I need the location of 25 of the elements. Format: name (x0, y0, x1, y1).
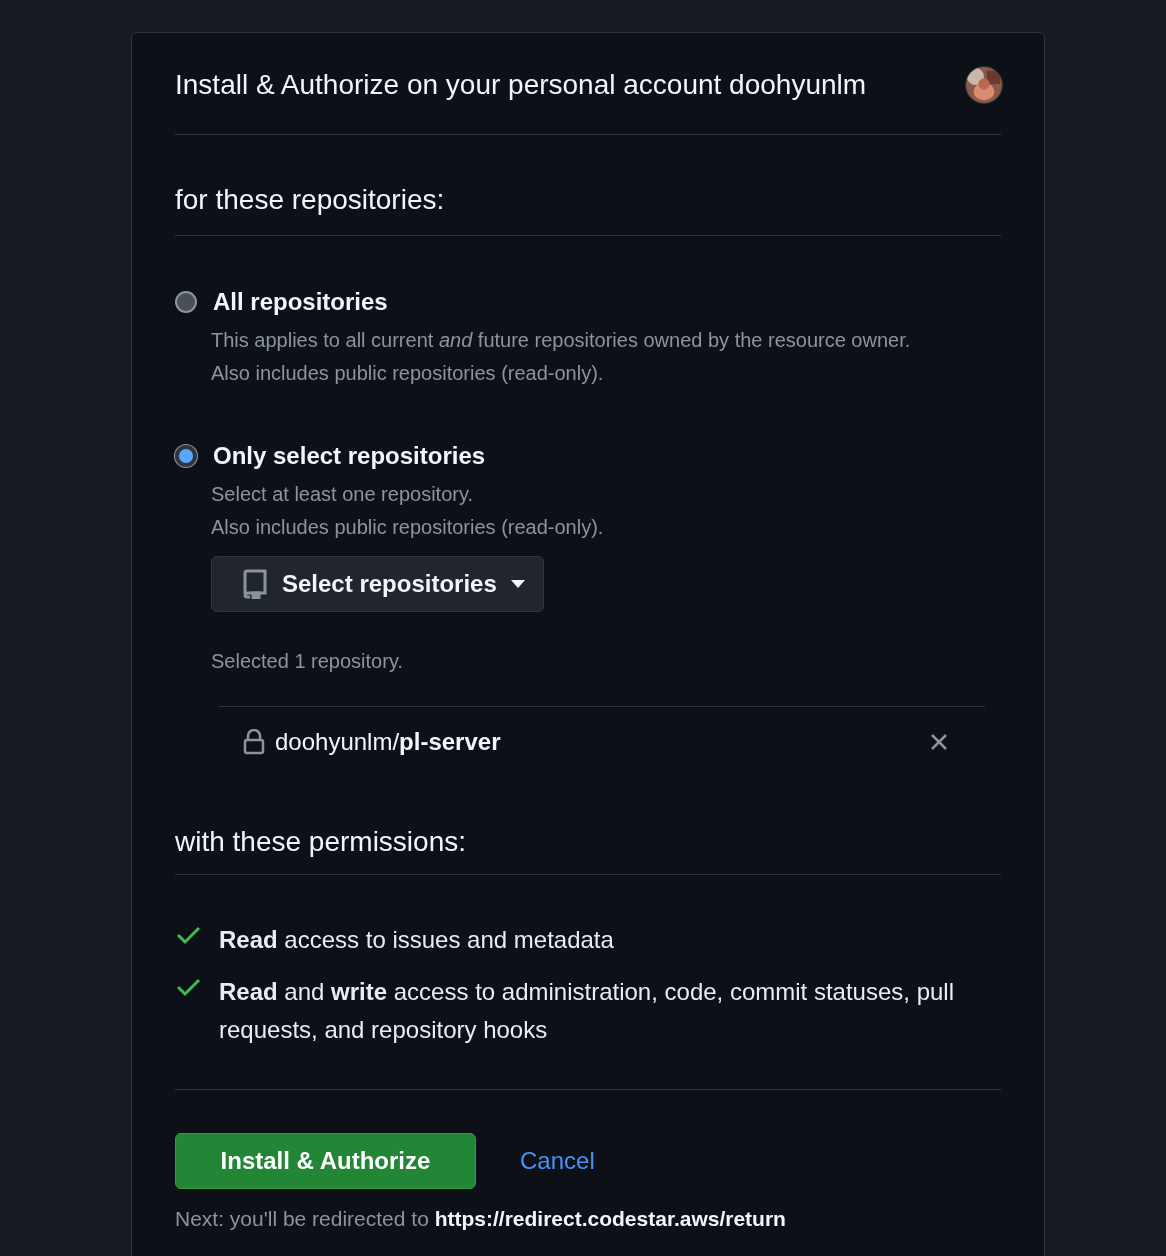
install-authorize-button[interactable]: Install & Authorize (175, 1133, 476, 1189)
permission-text: Read and write access to administration, code, commit statuses, pull requests, and repository hooks (219, 977, 955, 1045)
radio-button[interactable] (175, 291, 197, 313)
radio-button[interactable] (175, 445, 197, 467)
close-icon (930, 733, 948, 751)
permission-text: Read access to issues and metadata (219, 925, 615, 955)
section-heading: with these permissions: (175, 824, 466, 859)
repository-name: doohyunlm/pl-server (275, 727, 502, 757)
select-repositories-button[interactable]: Select repositories (211, 556, 544, 612)
option-label: Only select repositories (213, 441, 486, 471)
page-title: Install & Authorize on your personal account doohyunlm (175, 67, 867, 102)
selection-count: Selected 1 repository. (211, 650, 403, 672)
option-description: Also includes public repositories (read-only). (211, 515, 605, 540)
cancel-link[interactable]: Cancel (520, 1143, 595, 1179)
check-icon (175, 925, 201, 945)
option-label: All repositories (213, 287, 388, 317)
option-description: Also includes public repositories (read-only). (211, 361, 605, 386)
repository-icon (242, 569, 268, 599)
redirect-note: Next: you'll be redirected to https://redirect.codestar.aws/return (175, 1206, 787, 1232)
option-description: This applies to all current and future repositories owned by the resource owner. (211, 328, 912, 353)
section-heading: for these repositories: (175, 183, 445, 217)
check-icon (175, 977, 201, 997)
caret-icon (510, 580, 525, 588)
option-description: Select at least one repository. (211, 482, 474, 507)
lock-icon (243, 729, 265, 755)
